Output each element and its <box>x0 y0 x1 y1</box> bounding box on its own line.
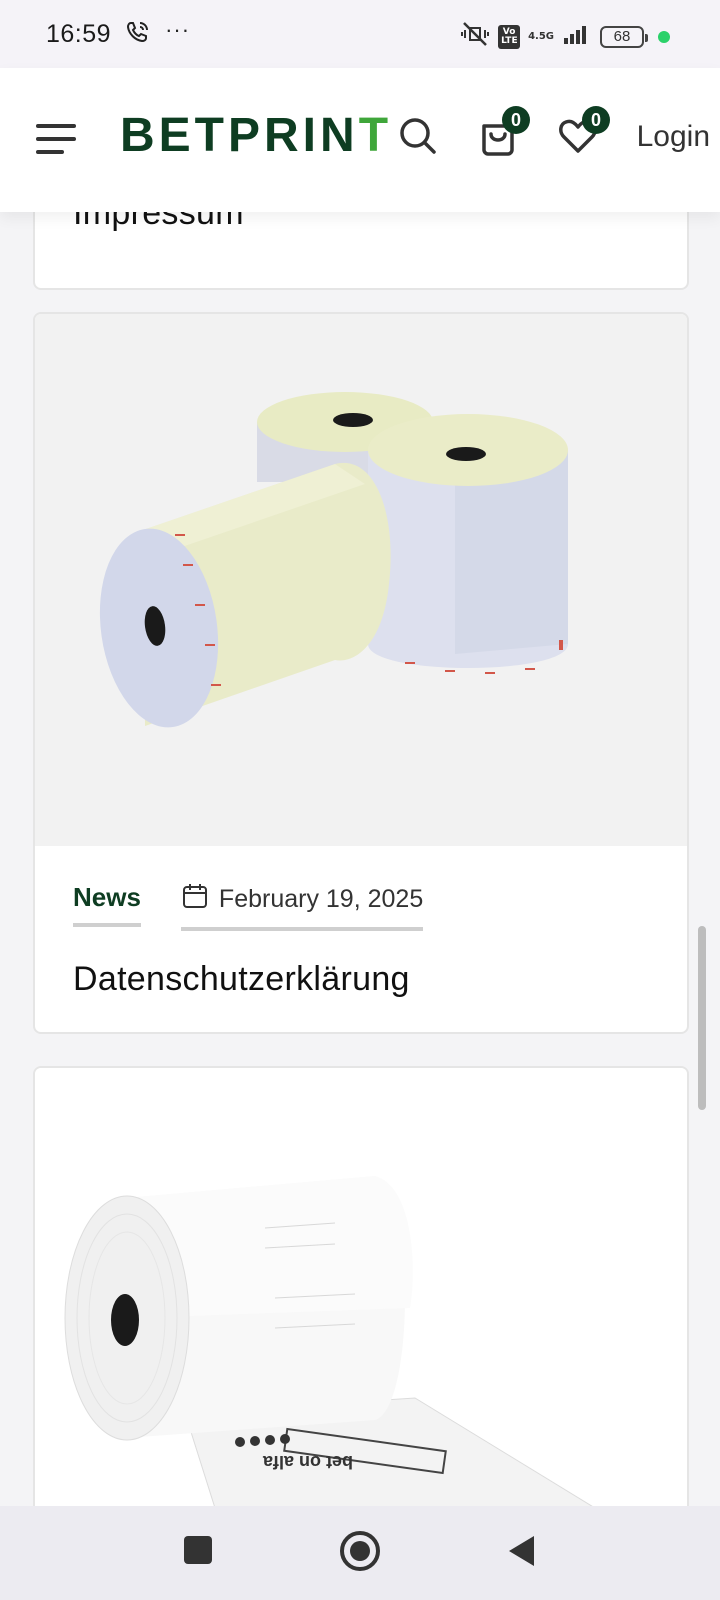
post-date-link[interactable]: February 19, 2025 <box>180 882 424 931</box>
triangle-back-icon <box>509 1536 534 1566</box>
home-button[interactable] <box>339 1530 381 1577</box>
status-right: Vo LTE 4.5G 68 <box>460 20 670 53</box>
calendar-icon <box>181 882 209 917</box>
status-left: 16:59 ··· <box>46 17 191 50</box>
square-icon <box>184 1536 212 1564</box>
more-notifications-icon: ··· <box>165 17 191 42</box>
cart-count-badge: 0 <box>502 106 530 134</box>
android-nav-bar <box>0 1506 720 1600</box>
post-card[interactable]: bet on alfa <box>33 1066 689 1506</box>
post-list: Impressum News February 19, 2025 Datensc… <box>0 68 720 1506</box>
post-image[interactable]: bet on alfa <box>35 1068 687 1506</box>
post-meta: News February 19, 2025 <box>73 882 424 931</box>
cart-button[interactable]: 0 <box>478 106 530 161</box>
volte-icon: Vo LTE <box>498 24 521 49</box>
recents-button[interactable] <box>182 1534 214 1571</box>
circle-icon <box>340 1531 380 1571</box>
back-button[interactable] <box>506 1534 538 1573</box>
wishlist-count-badge: 0 <box>582 106 610 134</box>
post-card[interactable]: News February 19, 2025 Datenschutzerklär… <box>33 312 689 1034</box>
vibrate-mute-icon <box>460 20 490 53</box>
wifi-call-icon <box>125 19 151 50</box>
login-link[interactable]: Login <box>637 120 710 154</box>
signal-icon <box>562 22 592 51</box>
page-scrollbar[interactable] <box>698 926 706 1110</box>
status-time: 16:59 <box>46 19 112 48</box>
site-logo[interactable]: BETPRINT <box>120 108 392 163</box>
site-header: BETPRINT 0 0 Login <box>0 68 720 212</box>
menu-icon[interactable] <box>36 124 76 154</box>
wishlist-button[interactable]: 0 <box>558 106 610 161</box>
bet-on-alfa-receipt-roll-image: bet on alfa <box>64 1176 593 1506</box>
svg-text:bet on alfa: bet on alfa <box>262 1452 353 1472</box>
privacy-indicator-dot <box>658 30 670 43</box>
battery-icon: 68 <box>600 25 648 48</box>
post-category-link[interactable]: News <box>73 882 141 927</box>
post-title[interactable]: Datenschutzerklärung <box>73 960 410 999</box>
network-type: 4.5G <box>528 31 554 42</box>
post-image[interactable] <box>35 314 687 846</box>
search-icon[interactable] <box>398 116 438 161</box>
status-bar: 16:59 ··· Vo LTE 4.5G 68 <box>0 0 720 68</box>
thermal-paper-rolls-image <box>99 392 568 728</box>
post-date: February 19, 2025 <box>218 885 424 913</box>
